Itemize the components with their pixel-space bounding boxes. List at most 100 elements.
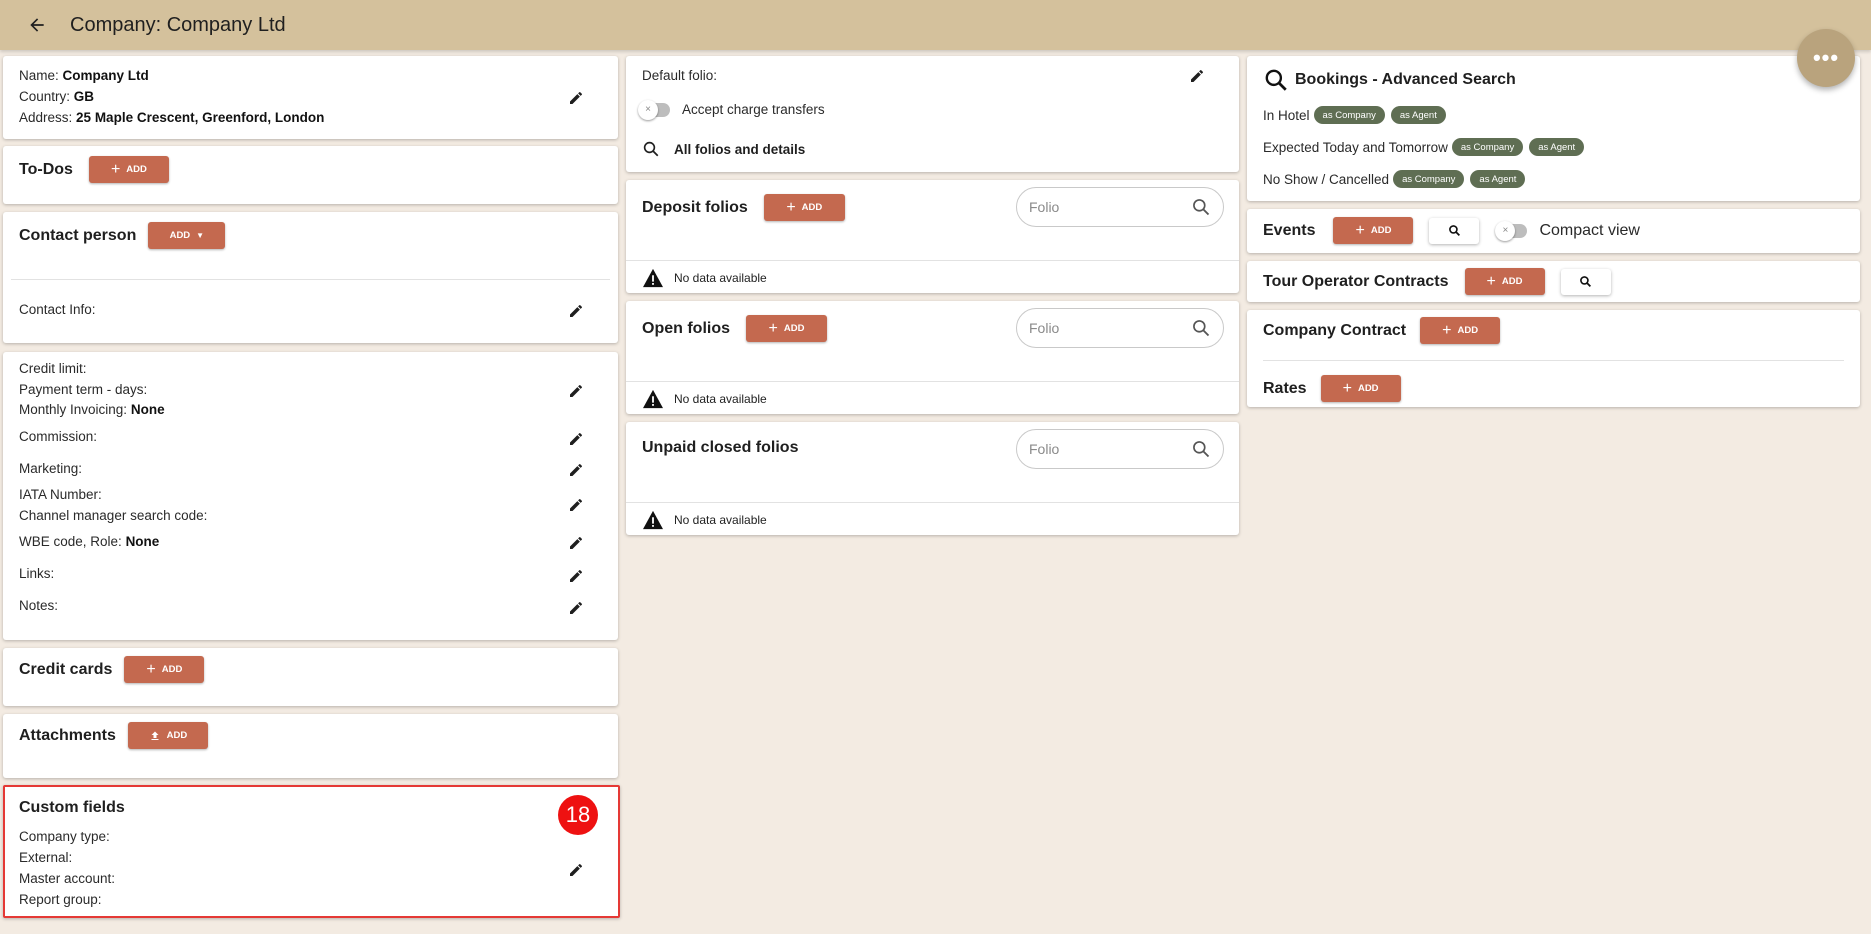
folio-search-placeholder: Folio xyxy=(1029,320,1060,336)
search-icon xyxy=(643,141,659,157)
company-contract-card: Company Contract + ADD Rates + ADD xyxy=(1247,310,1860,407)
toggle-off-icon: × xyxy=(638,99,658,120)
commission-label: Commission: xyxy=(19,429,98,444)
plus-icon: + xyxy=(1486,272,1496,290)
no-data-row: No data available xyxy=(642,510,767,530)
edit-commission-icon[interactable] xyxy=(568,431,584,447)
add-rate-button[interactable]: + ADD xyxy=(1320,375,1401,402)
as-agent-chip[interactable]: as Agent xyxy=(1470,170,1526,188)
add-credit-card-button[interactable]: + ADD xyxy=(124,656,205,683)
todos-card: To-Dos + ADD xyxy=(3,146,618,204)
edit-marketing-icon[interactable] xyxy=(568,462,584,478)
edit-notes-icon[interactable] xyxy=(568,600,584,616)
add-company-contract-button[interactable]: + ADD xyxy=(1420,317,1501,344)
divider xyxy=(1263,360,1844,361)
bookings-title: Bookings - Advanced Search xyxy=(1295,71,1516,88)
upload-attachment-button[interactable]: ADD xyxy=(127,722,208,749)
toggle-off-icon: × xyxy=(1495,220,1516,241)
open-folio-search[interactable]: Folio xyxy=(1016,308,1224,348)
upload-icon xyxy=(151,731,159,740)
iata-number-label: IATA Number: xyxy=(19,487,102,502)
search-icon[interactable] xyxy=(1191,197,1211,217)
add-label: ADD xyxy=(1370,225,1392,236)
all-folios-link[interactable]: All folios and details xyxy=(642,140,805,158)
add-tour-operator-contract-button[interactable]: + ADD xyxy=(1464,268,1545,295)
events-card: Events + ADD × Compact view xyxy=(1247,209,1860,253)
tour-operator-contracts-card: Tour Operator Contracts + ADD xyxy=(1247,261,1860,302)
edit-custom-fields-icon[interactable] xyxy=(568,862,584,878)
add-open-folio-button[interactable]: + ADD xyxy=(746,315,827,342)
add-label: ADD xyxy=(1357,383,1379,394)
search-icon[interactable] xyxy=(1191,439,1211,459)
add-label: ADD xyxy=(126,164,147,175)
plus-icon: + xyxy=(1342,379,1352,397)
accept-charge-transfers-label: Accept charge transfers xyxy=(682,102,825,117)
wbe-code-value: None xyxy=(125,534,160,549)
add-contact-button[interactable]: ADD ▼ xyxy=(148,222,226,249)
add-deposit-folio-button[interactable]: + ADD xyxy=(763,194,845,221)
divider xyxy=(626,381,1239,382)
company-info-card: Name: Company Ltd Country: GB Address: 2… xyxy=(3,56,618,139)
no-data-label: No data available xyxy=(674,513,767,527)
edit-iata-icon[interactable] xyxy=(568,497,584,513)
search-icon xyxy=(1580,276,1591,287)
credit-cards-card: Credit cards + ADD xyxy=(3,648,618,706)
divider xyxy=(626,260,1239,261)
bookings-advanced-search-link[interactable]: Bookings - Advanced Search xyxy=(1263,67,1516,93)
as-agent-chip[interactable]: as Agent xyxy=(1529,138,1585,156)
booking-row-expected: Expected Today and Tomorrow as Company a… xyxy=(1263,138,1585,156)
monthly-invoicing-row: Monthly Invoicing: None xyxy=(19,402,165,417)
add-todo-button[interactable]: + ADD xyxy=(88,156,169,183)
edit-credit-icon[interactable] xyxy=(568,383,584,399)
search-icon[interactable] xyxy=(1191,318,1211,338)
add-label: ADD xyxy=(783,323,805,334)
no-data-label: No data available xyxy=(674,392,767,406)
name-label: Name: xyxy=(19,68,59,83)
edit-default-folio-icon[interactable] xyxy=(1189,68,1205,84)
add-label: ADD xyxy=(161,664,183,675)
links-label: Links: xyxy=(19,566,55,581)
as-agent-chip[interactable]: as Agent xyxy=(1390,106,1446,124)
default-folio-label: Default folio: xyxy=(642,68,718,83)
todos-title: To-Dos xyxy=(19,160,73,178)
plus-icon: + xyxy=(110,160,121,178)
accept-charge-transfers-toggle[interactable]: × xyxy=(638,99,670,120)
step-badge: 18 xyxy=(558,795,598,835)
plus-icon: + xyxy=(1442,321,1452,339)
credit-cards-title: Credit cards xyxy=(19,660,113,678)
as-company-chip[interactable]: as Company xyxy=(1393,170,1465,188)
back-arrow-icon[interactable] xyxy=(24,12,50,38)
unpaid-folio-search[interactable]: Folio xyxy=(1016,429,1224,469)
warning-icon xyxy=(643,268,663,288)
payment-term-label: Payment term - days: xyxy=(19,382,148,397)
add-label: ADD xyxy=(1457,325,1479,336)
custom-fields-card: Custom fields 18 Company type: External:… xyxy=(3,785,620,918)
events-title: Events xyxy=(1263,221,1316,239)
edit-company-icon[interactable] xyxy=(568,90,584,106)
warning-icon xyxy=(643,389,663,409)
add-event-button[interactable]: + ADD xyxy=(1333,217,1414,244)
custom-fields-title: Custom fields xyxy=(19,799,125,816)
edit-contact-info-icon[interactable] xyxy=(568,303,584,319)
as-company-chip[interactable]: as Company xyxy=(1313,106,1385,124)
as-company-chip[interactable]: as Company xyxy=(1451,138,1524,156)
compact-view-toggle[interactable]: × xyxy=(1495,220,1528,241)
address-row: Address: 25 Maple Crescent, Greenford, L… xyxy=(19,110,324,125)
unpaid-closed-folios-card: Unpaid closed folios Folio No data avail… xyxy=(626,422,1239,535)
edit-wbe-icon[interactable] xyxy=(568,535,584,551)
all-folios-label: All folios and details xyxy=(674,141,806,157)
deposit-folio-search[interactable]: Folio xyxy=(1016,187,1224,227)
rates-title: Rates xyxy=(1263,379,1307,397)
plus-icon: + xyxy=(768,319,778,337)
more-options-button[interactable]: ••• xyxy=(1797,29,1855,87)
page-title: Company: Company Ltd xyxy=(70,13,286,36)
country-label: Country: xyxy=(19,89,71,104)
warning-icon xyxy=(643,510,663,530)
search-events-button[interactable] xyxy=(1429,217,1480,244)
edit-links-icon[interactable] xyxy=(568,568,584,584)
plus-icon: + xyxy=(1355,221,1365,239)
booking-row-label: In Hotel xyxy=(1263,107,1310,123)
top-bar: Company: Company Ltd xyxy=(0,0,1871,50)
add-label: ADD xyxy=(169,230,191,241)
search-tour-operator-button[interactable] xyxy=(1560,268,1611,295)
